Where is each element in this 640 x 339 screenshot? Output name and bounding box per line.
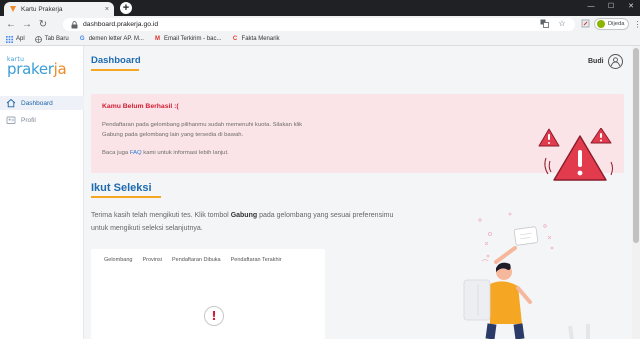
browser-tab[interactable]: Kartu Prakerja × xyxy=(4,2,114,16)
home-icon xyxy=(6,98,16,108)
profile-chip[interactable]: Dijeda xyxy=(594,18,630,30)
alert-body-line: Pendaftaran pada gelombang pilihanmu sud… xyxy=(102,122,303,128)
profile-chip-label: Dijeda xyxy=(608,21,625,27)
apps-grid-icon xyxy=(6,35,13,43)
section-underline xyxy=(91,196,161,198)
lock-icon xyxy=(71,20,78,29)
desc-bold: Gabung xyxy=(230,212,258,219)
bookmarks-bar: Apl Tab Baru G demen letter AP. M... M E… xyxy=(0,33,640,46)
bookmark-demen-letter[interactable]: G demen letter AP. M... xyxy=(79,36,144,43)
forward-arrow-icon[interactable]: → xyxy=(20,18,34,32)
window-controls: — ☐ ✕ xyxy=(586,2,636,12)
page-title: Dashboard xyxy=(91,55,141,66)
bookmark-label: Apl xyxy=(16,36,25,42)
globe-icon xyxy=(34,35,42,43)
sidebar-item-label: Dashboard xyxy=(21,99,53,107)
sidebar: kartu prakerja Dashboard Profil xyxy=(0,46,84,339)
bookmark-label: Email Terkirim - bac... xyxy=(163,36,222,42)
desc-prefix: Terima kasih telah mengikuti tes. Klik t… xyxy=(91,212,229,219)
browser-toolbar: ← → ↻ dashboard.prakerja.go.id ☆ Dijeda … xyxy=(0,16,640,33)
c-logo-icon: C xyxy=(232,36,238,42)
bookmark-label: demen letter AP. M... xyxy=(88,36,144,42)
url-text: dashboard.prakerja.go.id xyxy=(83,21,159,28)
browser-tabstrip: Kartu Prakerja × + — ☐ ✕ xyxy=(0,0,640,16)
address-bar[interactable]: dashboard.prakerja.go.id ☆ xyxy=(63,18,575,31)
section-title: Ikut Seleksi xyxy=(91,182,152,194)
minimize-icon[interactable]: — xyxy=(586,2,596,12)
faq-link[interactable]: FAQ xyxy=(130,150,142,156)
faq-suffix: kami untuk informasi lebih lanjut. xyxy=(143,150,229,156)
maximize-icon[interactable]: ☐ xyxy=(606,2,616,12)
bookmark-star-icon[interactable]: ☆ xyxy=(557,19,567,29)
bookmark-label: Fakta Menarik xyxy=(241,36,280,42)
sidebar-item-dashboard[interactable]: Dashboard xyxy=(0,96,84,110)
prakerja-logo[interactable]: kartu prakerja xyxy=(7,56,67,78)
alert-faq-text: Baca juga FAQ kami untuk informasi lebih… xyxy=(102,150,229,156)
prakerja-favicon-icon xyxy=(9,5,17,13)
sidebar-item-profil[interactable]: Profil xyxy=(0,113,84,127)
new-tab-button[interactable]: + xyxy=(120,2,132,14)
warning-icon: ! xyxy=(204,306,224,326)
google-icon: G xyxy=(79,36,85,42)
gmail-icon: M xyxy=(154,36,160,42)
scrollbar-thumb[interactable] xyxy=(633,48,639,243)
bookmark-tab-baru[interactable]: Tab Baru xyxy=(34,35,69,43)
browser-menu-icon[interactable]: ⋮ xyxy=(633,20,640,29)
warning-triangles-illustration xyxy=(538,128,613,181)
sidebar-item-label: Profil xyxy=(21,116,36,124)
title-underline xyxy=(91,69,139,71)
profile-card-icon xyxy=(6,115,16,125)
failure-alert: Kamu Belum Berhasil :( Pendaftaran pada … xyxy=(91,94,624,181)
user-avatar-icon[interactable] xyxy=(608,54,623,69)
bookmark-label: Tab Baru xyxy=(44,36,69,42)
bookmark-email-terkirim[interactable]: M Email Terkirim - bac... xyxy=(154,36,222,43)
tab-close-icon[interactable]: × xyxy=(105,6,109,13)
extension-icon[interactable] xyxy=(580,19,590,29)
table-header-cell: Provinsi xyxy=(142,257,162,263)
user-name[interactable]: Budi xyxy=(588,58,604,65)
bookmark-fakta-menarik[interactable]: C Fakta Menarik xyxy=(232,36,280,43)
table-header-cell: Pendaftaran Terakhir xyxy=(230,257,282,263)
top-header: Dashboard Budi xyxy=(84,46,632,74)
person-holding-paper-illustration xyxy=(463,212,590,339)
section-description: Terima kasih telah mengikuti tes. Klik t… xyxy=(91,209,411,235)
back-arrow-icon[interactable]: ← xyxy=(4,18,18,32)
alert-body: Pendaftaran pada gelombang pilihanmu sud… xyxy=(102,120,382,140)
close-window-icon[interactable]: ✕ xyxy=(626,2,636,12)
table-header-row: Gelombang Provinsi Pendaftaran Dibuka Pe… xyxy=(104,257,282,263)
profile-avatar-icon xyxy=(597,20,605,28)
batch-table: Gelombang Provinsi Pendaftaran Dibuka Pe… xyxy=(91,249,325,339)
alert-title: Kamu Belum Berhasil :( xyxy=(102,103,179,110)
tab-title: Kartu Prakerja xyxy=(21,5,63,13)
table-header-cell: Gelombang xyxy=(104,257,133,263)
alert-body-line: Gabung pada gelombang lain yang tersedia… xyxy=(102,132,244,138)
translate-icon[interactable] xyxy=(539,19,549,29)
logo-accent-text: ja xyxy=(53,60,67,78)
table-header-cell: Pendaftaran Dibuka xyxy=(172,257,221,263)
logo-main-text: prakerja xyxy=(7,60,67,78)
faq-prefix: Baca juga xyxy=(102,150,129,156)
bookmark-apps[interactable]: Apl xyxy=(6,35,25,43)
main-content: Dashboard Budi Kamu Belum Berhasil :( Pe… xyxy=(84,46,640,339)
page-scrollbar[interactable] xyxy=(632,46,640,339)
warning-mark: ! xyxy=(211,309,217,323)
reload-icon[interactable]: ↻ xyxy=(36,18,50,32)
